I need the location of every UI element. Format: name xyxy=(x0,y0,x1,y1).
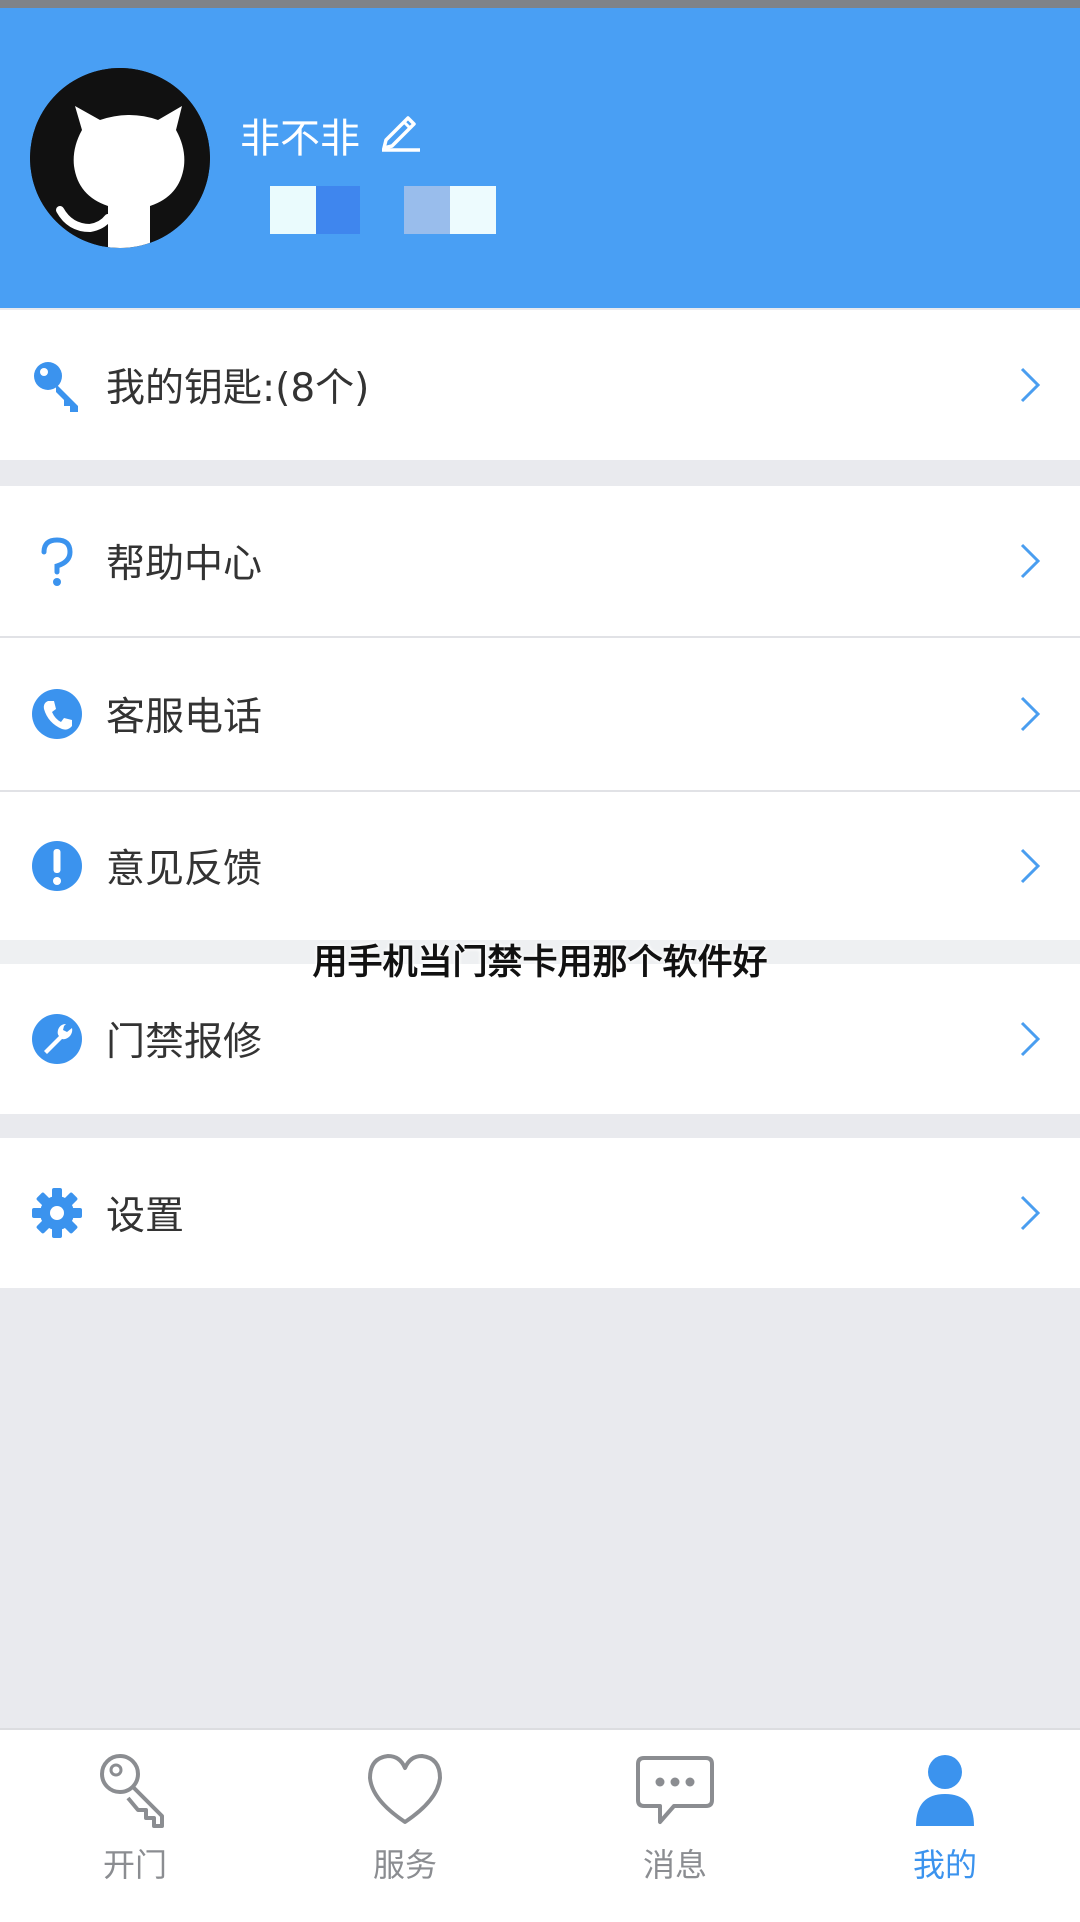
chevron-right-icon xyxy=(1020,848,1041,884)
question-icon xyxy=(30,534,84,588)
tab-mine[interactable]: 我的 xyxy=(810,1730,1080,1922)
menu-item-label: 我的钥匙:(8个) xyxy=(106,366,370,411)
key-icon xyxy=(30,358,84,412)
chevron-right-icon xyxy=(1020,696,1041,732)
gear-icon xyxy=(30,1186,84,1240)
tab-open-door[interactable]: 开门 xyxy=(0,1730,270,1922)
phone-icon xyxy=(30,687,84,741)
menu-item-help-center[interactable]: 帮助中心 xyxy=(0,486,1080,636)
status-bar xyxy=(0,0,1080,8)
chat-bubble-icon xyxy=(636,1756,714,1824)
tab-label: 我的 xyxy=(912,1846,977,1884)
person-icon xyxy=(916,1755,974,1826)
menu-item-label: 设置 xyxy=(106,1194,185,1239)
masked-account-block xyxy=(316,186,360,234)
tab-label: 消息 xyxy=(642,1846,707,1884)
masked-account-block xyxy=(404,186,450,234)
menu-item-my-keys[interactable]: 我的钥匙:(8个) xyxy=(0,310,1080,460)
chevron-right-icon xyxy=(1020,367,1041,403)
tab-messages[interactable]: 消息 xyxy=(540,1730,810,1922)
menu-item-label: 门禁报修 xyxy=(106,1020,263,1065)
menu-item-label: 帮助中心 xyxy=(106,542,263,587)
masked-account-block xyxy=(270,186,316,234)
menu-item-feedback[interactable]: 意见反馈 xyxy=(0,792,1080,940)
key-icon xyxy=(100,1754,164,1828)
heart-icon xyxy=(368,1754,442,1824)
tab-label: 服务 xyxy=(372,1846,437,1884)
edit-name-icon[interactable] xyxy=(378,108,422,156)
menu-item-label: 客服电话 xyxy=(106,695,263,740)
cat-avatar-icon xyxy=(30,68,210,248)
overlay-caption: 用手机当门禁卡用那个软件好 xyxy=(312,943,768,983)
tab-label: 开门 xyxy=(102,1846,167,1884)
menu-item-customer-service[interactable]: 客服电话 xyxy=(0,638,1080,790)
username: 非不非 xyxy=(240,116,360,162)
bottom-tab-bar: 开门 服务 消息 我的 xyxy=(0,1728,1080,1922)
exclamation-icon xyxy=(30,839,84,893)
wrench-icon xyxy=(30,1012,84,1066)
avatar[interactable] xyxy=(30,68,210,248)
tab-services[interactable]: 服务 xyxy=(270,1730,540,1922)
masked-account-block xyxy=(450,186,496,234)
chevron-right-icon xyxy=(1020,1195,1041,1231)
menu-item-label: 意见反馈 xyxy=(106,847,263,892)
menu-item-access-repair[interactable]: 门禁报修 xyxy=(0,964,1080,1114)
menu-item-settings[interactable]: 设置 xyxy=(0,1138,1080,1288)
profile-header: 非不非 xyxy=(0,8,1080,308)
chevron-right-icon xyxy=(1020,1021,1041,1057)
chevron-right-icon xyxy=(1020,543,1041,579)
